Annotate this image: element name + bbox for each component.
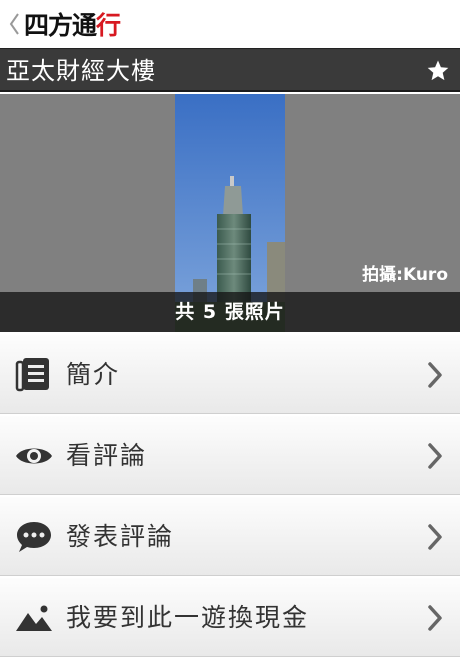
document-list-icon: [15, 358, 49, 392]
logo-main-text: 四方通: [24, 11, 97, 40]
chevron-right-icon: [428, 443, 442, 469]
page-title: 亞太財經大樓: [6, 57, 156, 85]
menu-item-label: 我要到此一遊換現金: [66, 603, 310, 632]
photo-count[interactable]: 共 5 張照片: [0, 292, 460, 332]
favorite-star-icon[interactable]: [426, 59, 450, 83]
app-logo: 四方通行: [24, 7, 121, 41]
menu-item-label: 簡介: [66, 360, 121, 389]
landscape-image-icon: [16, 605, 52, 631]
menu-item-label: 發表評論: [66, 522, 175, 551]
chevron-right-icon: [428, 362, 442, 388]
logo-accent-text: 行: [96, 11, 121, 40]
top-bar: 四方通行: [0, 0, 460, 48]
speech-bubble-icon: [17, 522, 51, 552]
menu-item-reviews[interactable]: 看評論: [0, 415, 460, 495]
back-chevron-icon[interactable]: [8, 11, 20, 37]
chevron-right-icon: [428, 524, 442, 550]
photo-gallery[interactable]: 拍攝:Kuro 共 5 張照片: [0, 94, 460, 332]
action-menu: 簡介 看評論 發表評論 我要到此一遊換現金: [0, 334, 460, 658]
menu-item-label: 看評論: [66, 441, 148, 470]
eye-icon: [16, 448, 52, 464]
photo-credit: 拍攝:Kuro: [362, 265, 448, 285]
title-bar: 亞太財經大樓: [0, 48, 460, 92]
menu-item-checkin-cash[interactable]: 我要到此一遊換現金: [0, 577, 460, 657]
chevron-right-icon: [428, 605, 442, 631]
menu-item-post-review[interactable]: 發表評論: [0, 496, 460, 576]
menu-item-intro[interactable]: 簡介: [0, 334, 460, 414]
